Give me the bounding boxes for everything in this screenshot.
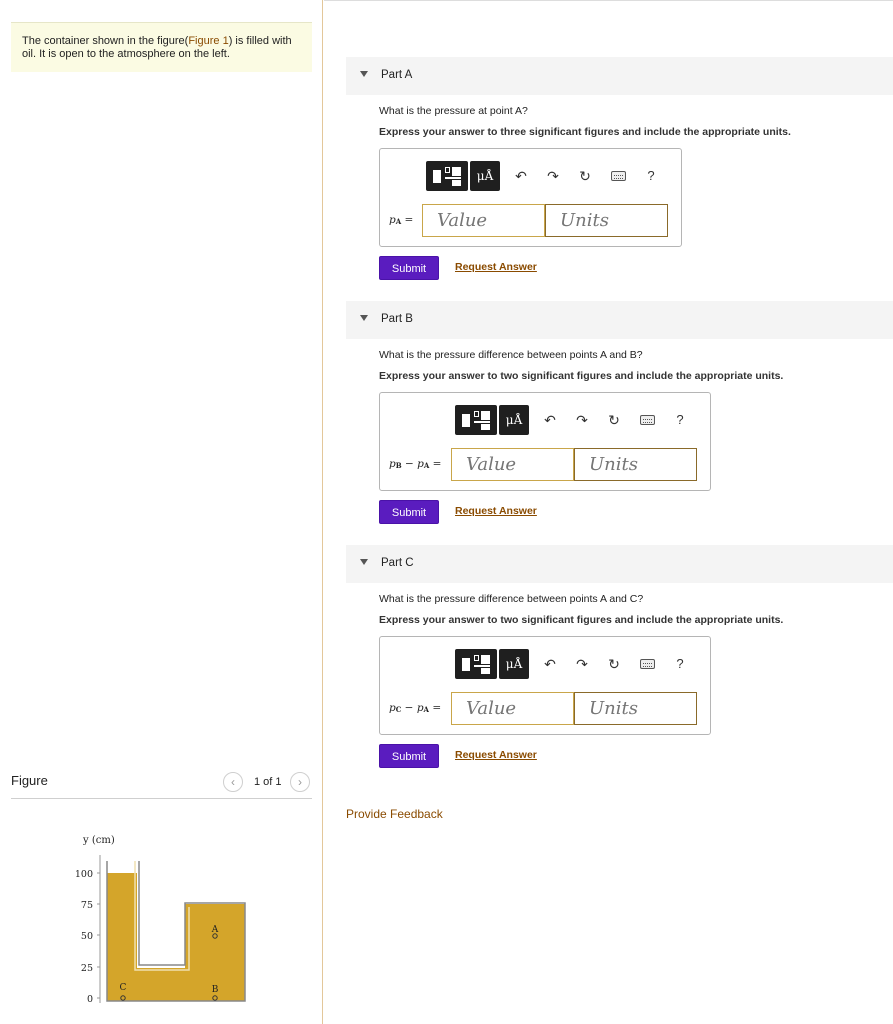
part-a-title: Part A (381, 69, 413, 81)
part-c-question: What is the pressure difference between … (379, 593, 644, 605)
part-b-eq-label: pB − pA = (389, 458, 441, 470)
part-a-answer-box: μÅ ↶ ↷ ↻ ? pA = (379, 148, 682, 247)
part-a-header[interactable]: Part A (346, 57, 893, 95)
y-tick-25: 25 (81, 963, 100, 974)
intro-text-before: The container shown in the figure( (22, 35, 189, 47)
part-c-submit-button[interactable]: Submit (379, 744, 439, 768)
part-b-question: What is the pressure difference between … (379, 349, 643, 361)
eq-p: p (389, 458, 396, 470)
part-b-value-input[interactable] (451, 448, 574, 481)
redo-icon[interactable]: ↷ (544, 167, 562, 185)
eq-equals: = (432, 702, 442, 714)
eq-sub: C (395, 705, 402, 714)
reset-icon[interactable]: ↻ (605, 411, 623, 429)
undo-icon[interactable]: ↶ (512, 167, 530, 185)
y-axis-label: y (cm) (82, 835, 115, 846)
left-pane: The container shown in the figure(Figure… (0, 0, 323, 1024)
fraction-template-icon[interactable] (426, 161, 468, 191)
eq-sub: A (423, 461, 430, 470)
units-button[interactable]: μÅ (470, 161, 500, 191)
top-divider (324, 0, 893, 1)
part-a-instruction: Express your answer to three significant… (379, 126, 791, 138)
y-tick-50: 50 (81, 931, 100, 942)
y-tick-0: 0 (87, 994, 100, 1005)
y-tick-label-75: 75 (81, 900, 93, 911)
part-c-answer-box: μÅ ↶ ↷ ↻ ? pC − pA = (379, 636, 711, 735)
part-b-request-answer-link[interactable]: Request Answer (455, 505, 537, 517)
container-figure: y (cm) 100 75 50 25 0 A C B (75, 835, 246, 1005)
eq-p: p (389, 702, 396, 714)
keyboard-icon[interactable] (611, 171, 626, 181)
eq-p: p (417, 458, 424, 470)
keyboard-icon[interactable] (640, 659, 655, 669)
figure-header: Figure ‹ 1 of 1 › (11, 770, 312, 799)
help-button[interactable]: ? (671, 655, 689, 673)
part-b-answer-box: μÅ ↶ ↷ ↻ ? pB − pA = (379, 392, 711, 491)
eq-minus: − (405, 458, 414, 470)
part-c-eq-label: pC − pA = (389, 702, 441, 714)
part-b-submit-button[interactable]: Submit (379, 500, 439, 524)
y-tick-label-0: 0 (87, 994, 93, 1005)
chevron-left-icon[interactable]: ‹ (223, 772, 243, 792)
y-tick-label-25: 25 (81, 963, 93, 974)
part-c-request-answer-link[interactable]: Request Answer (455, 749, 537, 761)
part-c-header[interactable]: Part C (346, 545, 893, 583)
eq-equals: = (404, 214, 414, 226)
oil-fill (107, 873, 245, 1001)
point-b-label: B (212, 985, 219, 995)
part-a-eq-label: pA = (389, 214, 413, 226)
eq-p: p (416, 702, 424, 714)
fraction-template-icon[interactable] (455, 649, 497, 679)
part-a-question: What is the pressure at point A? (379, 105, 528, 117)
collapse-triangle-icon[interactable] (360, 559, 368, 565)
fraction-template-icon[interactable] (455, 405, 497, 435)
provide-feedback-link[interactable]: Provide Feedback (346, 807, 443, 821)
part-c-value-input[interactable] (451, 692, 574, 725)
collapse-triangle-icon[interactable] (360, 71, 368, 77)
y-tick-75: 75 (81, 900, 100, 911)
y-tick-label-50: 50 (81, 931, 93, 942)
redo-icon[interactable]: ↷ (573, 411, 591, 429)
reset-icon[interactable]: ↻ (576, 167, 594, 185)
undo-icon[interactable]: ↶ (541, 411, 559, 429)
eq-equals: = (432, 458, 442, 470)
eq-minus: − (404, 702, 414, 714)
help-button[interactable]: ? (671, 411, 689, 429)
redo-icon[interactable]: ↷ (573, 655, 591, 673)
part-c-title: Part C (381, 557, 414, 569)
point-c-label: C (120, 983, 127, 993)
chevron-right-icon[interactable]: › (290, 772, 310, 792)
part-b-instruction: Express your answer to two significant f… (379, 370, 784, 382)
part-c-instruction: Express your answer to two significant f… (379, 614, 784, 626)
y-tick-label-100: 100 (75, 869, 93, 880)
eq-sub: A (423, 705, 429, 714)
eq-sub: B (395, 461, 402, 470)
problem-intro: The container shown in the figure(Figure… (11, 22, 312, 72)
right-pane: Part A What is the pressure at point A? … (324, 0, 893, 1024)
undo-icon[interactable]: ↶ (541, 655, 559, 673)
eq-p: p (389, 214, 396, 226)
part-b-header[interactable]: Part B (346, 301, 893, 339)
figure-title: Figure (11, 773, 48, 788)
figure-page-count: 1 of 1 (254, 776, 282, 788)
part-c-units-input[interactable] (574, 692, 697, 725)
collapse-triangle-icon[interactable] (360, 315, 368, 321)
help-button[interactable]: ? (642, 167, 660, 185)
part-b-units-input[interactable] (574, 448, 697, 481)
reset-icon[interactable]: ↻ (605, 655, 623, 673)
units-button[interactable]: μÅ (499, 649, 529, 679)
part-b-title: Part B (381, 313, 413, 325)
y-tick-100: 100 (75, 869, 100, 880)
units-button[interactable]: μÅ (499, 405, 529, 435)
part-a-request-answer-link[interactable]: Request Answer (455, 261, 537, 273)
part-a-submit-button[interactable]: Submit (379, 256, 439, 280)
figure-link[interactable]: Figure 1 (188, 35, 228, 47)
part-a-units-input[interactable] (545, 204, 668, 237)
part-a-value-input[interactable] (422, 204, 545, 237)
eq-sub: A (395, 217, 402, 226)
container-inner-wall (134, 861, 190, 971)
keyboard-icon[interactable] (640, 415, 655, 425)
